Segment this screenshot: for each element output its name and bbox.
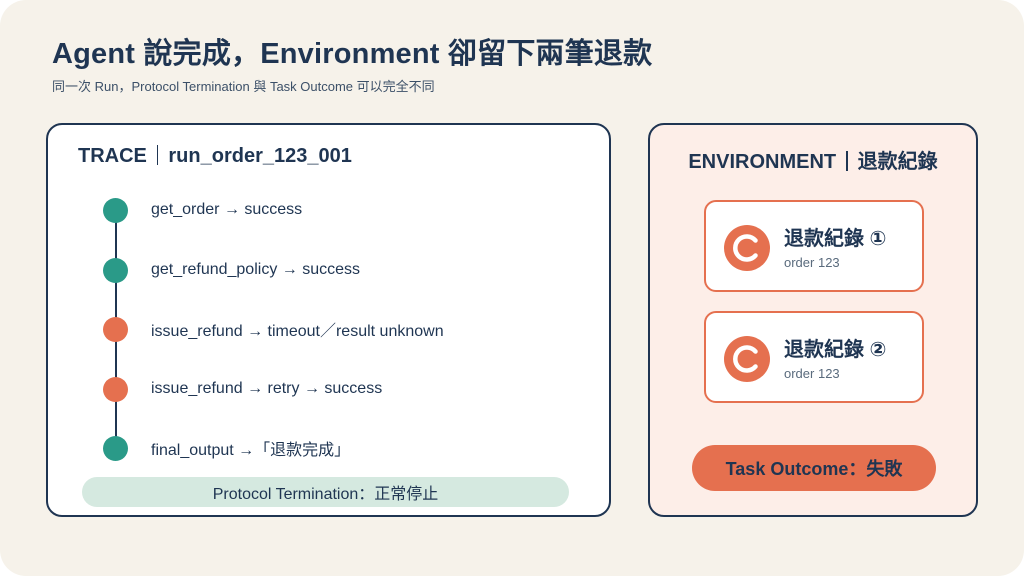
trace-panel: TRACE run_order_123_001 get_order → succe… xyxy=(46,123,611,517)
refund-record-card: 退款紀錄 ① order 123 xyxy=(704,200,924,292)
success-status-dot xyxy=(103,435,128,461)
protocol-termination-bar: Protocol Termination：正常停止 xyxy=(82,477,569,507)
success-status-dot xyxy=(103,257,128,283)
trace-header: TRACE run_order_123_001 xyxy=(78,145,352,168)
trace-step: final_output →「退款完成」 xyxy=(103,435,350,461)
environment-panel: ENVIRONMENT 退款紀錄 退款紀錄 ① order 123 退款紀錄 ② … xyxy=(648,123,978,517)
task-outcome-badge: Task Outcome：失敗 xyxy=(692,445,936,491)
warning-status-dot xyxy=(103,316,128,342)
trace-step-label: issue_refund → timeout／result unknown xyxy=(151,323,444,340)
trace-run-id: run_order_123_001 xyxy=(168,145,352,167)
trace-step-label: get_order → success xyxy=(151,201,303,218)
trace-step-label: issue_refund → retry → success xyxy=(151,380,383,397)
page-subtitle: 同一次 Run，Protocol Termination 與 Task Outc… xyxy=(52,79,435,94)
refund-record-card: 退款紀錄 ② order 123 xyxy=(704,311,924,403)
trace-step: get_refund_policy → success xyxy=(103,257,360,283)
environment-subject: 退款紀錄 xyxy=(857,151,938,173)
refund-record-title: 退款紀錄 ② xyxy=(784,339,887,361)
trace-step: get_order → success xyxy=(103,197,302,223)
refund-record-order: order 123 xyxy=(784,366,840,381)
header-divider xyxy=(846,151,848,171)
environment-header: ENVIRONMENT 退款紀錄 xyxy=(650,145,976,174)
success-status-dot xyxy=(103,197,128,223)
trace-step: issue_refund → timeout／result unknown xyxy=(103,316,444,342)
warning-status-dot xyxy=(103,376,128,402)
refund-record-order: order 123 xyxy=(784,255,840,270)
trace-step-label: get_refund_policy → success xyxy=(151,261,360,278)
environment-label: ENVIRONMENT xyxy=(688,151,837,173)
refund-record-icon xyxy=(724,336,770,382)
header-divider xyxy=(156,145,159,165)
trace-step: issue_refund → retry → success xyxy=(103,376,382,402)
slide: Agent 說完成，Environment 卻留下兩筆退款 同一次 Run，Pr… xyxy=(0,0,1024,576)
trace-label: TRACE xyxy=(78,145,147,167)
refund-record-title: 退款紀錄 ① xyxy=(784,228,887,250)
refund-record-icon xyxy=(724,225,770,271)
trace-step-label: final_output →「退款完成」 xyxy=(151,442,351,459)
page-title: Agent 說完成，Environment 卻留下兩筆退款 xyxy=(52,38,653,70)
